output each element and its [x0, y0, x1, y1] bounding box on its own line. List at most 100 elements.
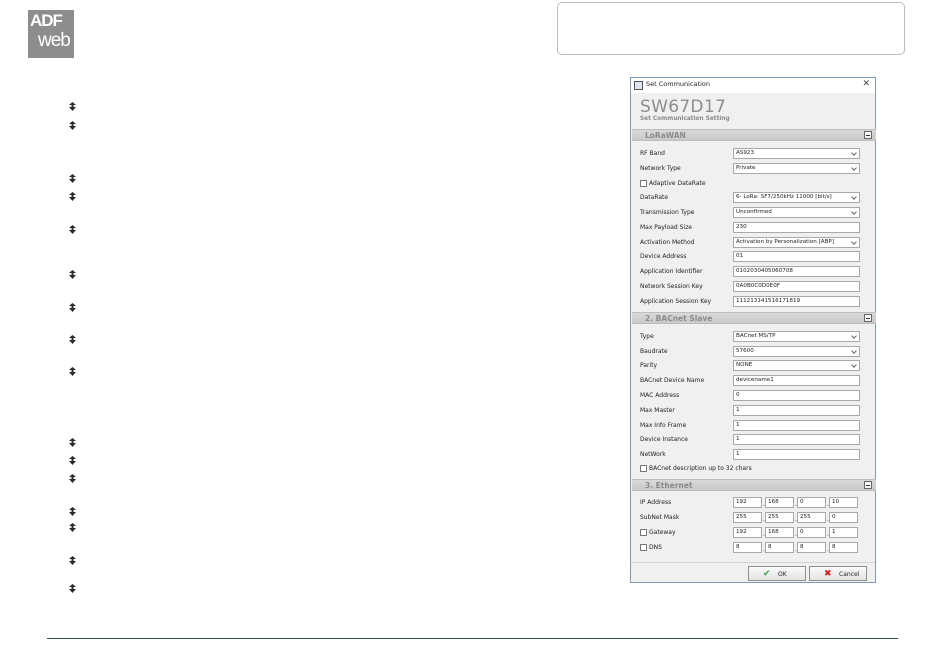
max-info-frame-label: Max Info Frame [640, 422, 687, 429]
logo-text-adf: ADF [30, 11, 63, 30]
rf-band-label: RF Band [640, 150, 665, 157]
dns-label: DNS [649, 544, 662, 551]
gateway-checkbox[interactable] [640, 529, 647, 536]
max-info-frame-input[interactable]: 1 [733, 420, 860, 431]
bullet-icon [69, 225, 76, 234]
bullet-icon [69, 556, 76, 565]
rf-band-select[interactable]: AS923 [733, 148, 860, 159]
device-name-label: BACnet Device Name [640, 377, 705, 384]
section-title-lorawan: LoRaWAN [645, 131, 686, 140]
dns-octet-3-input[interactable]: 8 [797, 542, 826, 553]
dns-octet-1-input[interactable]: 8 [733, 542, 762, 553]
max-payload-label: Max Payload Size [640, 224, 692, 231]
collapse-icon[interactable] [864, 481, 872, 489]
mac-address-label: MAC Address [640, 392, 680, 399]
ip-octet-4-input[interactable]: 10 [829, 497, 858, 508]
bullet-icon [69, 456, 76, 465]
network-label: NetWork [640, 451, 666, 458]
collapse-icon[interactable] [864, 131, 872, 139]
header-info-box [557, 2, 905, 55]
activation-method-select[interactable]: Activation by Personalization [ABP] [733, 237, 860, 248]
bullet-icon [69, 121, 76, 130]
ip-address-label: IP Address [640, 499, 672, 506]
gateway-label: Gateway [649, 529, 676, 536]
collapse-icon[interactable] [864, 314, 872, 322]
bullet-icon [69, 474, 76, 483]
device-address-input[interactable]: 01 [733, 251, 860, 262]
max-payload-input[interactable]: 230 [733, 222, 860, 233]
bullet-icon [69, 303, 76, 312]
gateway-octet-2-input[interactable]: 168 [765, 527, 794, 538]
mac-address-input[interactable]: 0 [733, 390, 860, 401]
device-name-input[interactable]: devicename1 [733, 375, 860, 386]
bacnet-desc32-label: BACnet description up to 32 chars [649, 465, 752, 472]
window-icon [634, 81, 643, 90]
bacnet-desc32-checkbox[interactable] [640, 465, 647, 472]
bullet-icon [69, 438, 76, 447]
dialog-titlebar[interactable]: Set Communication ✕ [631, 78, 875, 93]
datarate-select[interactable]: 6- LoRa: SF7/250kHz 11000 [bit/s] [733, 192, 860, 203]
section-bacnet: 2. BACnet Slave [632, 312, 876, 324]
gateway-octet-1-input[interactable]: 192 [733, 527, 762, 538]
subnet-octet-1-input[interactable]: 255 [733, 512, 762, 523]
bullet-icon [69, 270, 76, 279]
subnet-octet-4-input[interactable]: 0 [829, 512, 858, 523]
dns-octet-4-input[interactable]: 8 [829, 542, 858, 553]
section-ethernet: 3. Ethernet [632, 479, 876, 491]
adaptive-datarate-checkbox[interactable] [640, 180, 647, 187]
parity-label: Parity [640, 362, 658, 369]
network-input[interactable]: 1 [733, 449, 860, 460]
bullet-icon [69, 507, 76, 516]
bacnet-type-select[interactable]: BACnet MS/TP [733, 331, 860, 342]
device-instance-input[interactable]: 1 [733, 434, 860, 445]
baudrate-select[interactable]: 57600 [733, 346, 860, 357]
max-master-label: Max Master [640, 407, 675, 414]
section-title-ethernet: 3. Ethernet [645, 481, 693, 490]
bullet-icon [69, 584, 76, 593]
app-identifier-label: Application Identifier [640, 268, 703, 275]
logo-text-web: web [38, 30, 71, 51]
ip-octet-1-input[interactable]: 192 [733, 497, 762, 508]
footer-divider [47, 638, 898, 639]
device-address-label: Device Address [640, 253, 687, 260]
device-instance-label: Device Instance [640, 436, 688, 443]
baudrate-label: Baudrate [640, 348, 668, 355]
app-session-key-input[interactable]: 111213141516171819 [733, 296, 860, 307]
bacnet-type-label: Type [640, 333, 654, 340]
cancel-button[interactable]: ✖ Cancel [809, 566, 867, 581]
dialog-title: Set Communication [646, 80, 710, 88]
parity-select[interactable]: NONE [733, 360, 860, 371]
app-name: SW67D17 [640, 97, 727, 117]
subnet-octet-3-input[interactable]: 255 [797, 512, 826, 523]
bullet-icon [69, 174, 76, 183]
cancel-x-icon: ✖ [824, 569, 832, 579]
ok-button[interactable]: ✔ OK [748, 566, 806, 581]
adaptive-datarate-label: Adaptive DataRate [649, 180, 706, 187]
cancel-button-label: Cancel [839, 571, 860, 578]
bullet-icon [69, 192, 76, 201]
max-master-input[interactable]: 1 [733, 405, 860, 416]
set-communication-dialog: Set Communication ✕ SW67D17 Set Communic… [630, 77, 876, 583]
adfweb-logo: ADF web [28, 10, 74, 58]
dns-checkbox[interactable] [640, 544, 647, 551]
subnet-mask-label: SubNet Mask [640, 514, 680, 521]
gateway-octet-4-input[interactable]: 1 [829, 527, 858, 538]
activation-method-label: Activation Method [640, 239, 695, 246]
subnet-octet-2-input[interactable]: 255 [765, 512, 794, 523]
dialog-button-bar: ✔ OK ✖ Cancel [631, 562, 875, 582]
app-identifier-input[interactable]: 0102030405060708 [733, 266, 860, 277]
ip-octet-3-input[interactable]: 0 [797, 497, 826, 508]
bullet-icon [69, 523, 76, 532]
bullet-icon [69, 367, 76, 376]
transmission-type-select[interactable]: Unconfirmed [733, 207, 860, 218]
dns-octet-2-input[interactable]: 8 [765, 542, 794, 553]
network-type-select[interactable]: Private [733, 163, 860, 174]
network-session-key-input[interactable]: 0A0B0C0D0E0F [733, 281, 860, 292]
ip-octet-2-input[interactable]: 168 [765, 497, 794, 508]
section-title-bacnet: 2. BACnet Slave [645, 314, 713, 323]
bullet-icon [69, 102, 76, 111]
gateway-octet-3-input[interactable]: 0 [797, 527, 826, 538]
ok-button-label: OK [778, 571, 787, 578]
checkmark-icon: ✔ [763, 569, 771, 579]
close-icon[interactable]: ✕ [862, 79, 870, 89]
